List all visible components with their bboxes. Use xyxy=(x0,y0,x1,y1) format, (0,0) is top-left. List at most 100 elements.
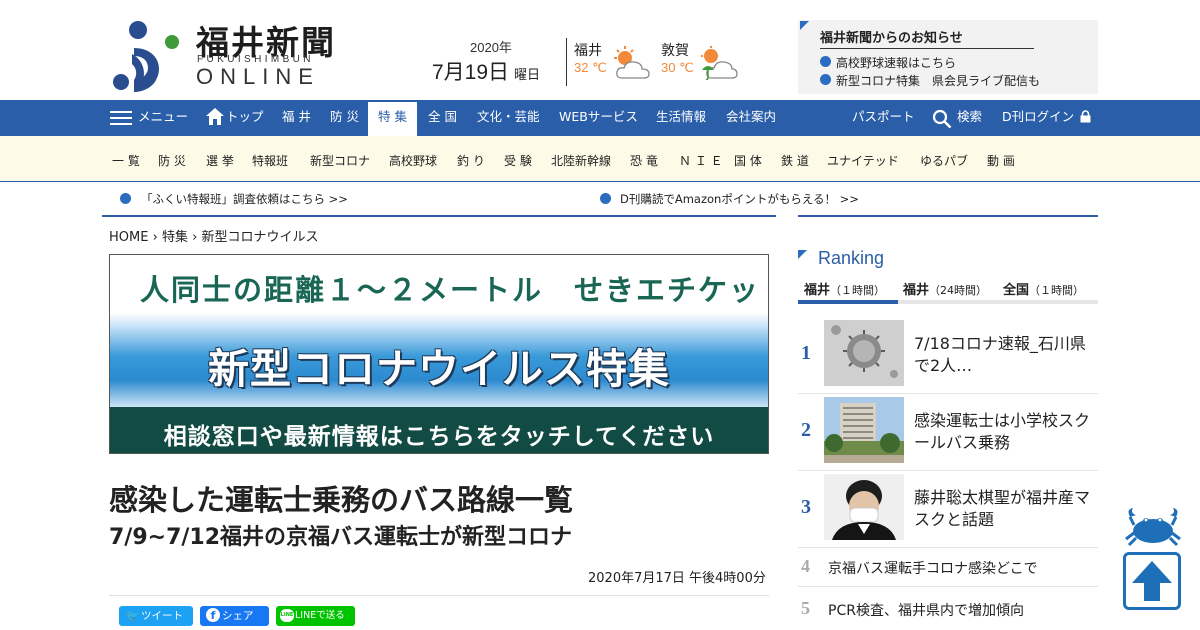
nav-menu[interactable]: メニュー xyxy=(138,100,188,136)
rank-thumbnail[interactable] xyxy=(824,320,904,386)
subnav-item[interactable]: 防 災 xyxy=(158,152,186,169)
nav-item-bousai[interactable]: 防 災 xyxy=(330,100,359,136)
rank-title[interactable]: 7/18コロナ速報_石川県で2人… xyxy=(914,333,1098,377)
weather-divider xyxy=(566,38,567,86)
nav-item-kaisha[interactable]: 会社案内 xyxy=(726,100,776,136)
sun-cloud-umbrella-icon xyxy=(701,46,738,81)
ranking-corner-mark xyxy=(798,250,807,259)
subnav-item[interactable]: 選 挙 xyxy=(206,152,234,169)
nav-item-bunka[interactable]: 文化・芸能 xyxy=(477,100,540,136)
rank-separator xyxy=(798,586,1098,587)
main-rule xyxy=(102,215,776,217)
article-divider xyxy=(109,595,769,596)
subnav-item[interactable]: 高校野球 xyxy=(389,152,437,169)
ticker-bullet-icon xyxy=(600,193,611,204)
subnav-item[interactable]: ユナイテッド xyxy=(827,152,899,169)
ranking-tab-fukui-1h[interactable]: 福井（１時間） xyxy=(804,279,885,298)
notice-corner-mark xyxy=(800,21,809,30)
subnav-item[interactable]: Ｎ Ｉ Ｅ xyxy=(679,152,723,169)
line-icon: LINE xyxy=(280,609,294,622)
arrow-up-icon xyxy=(1132,561,1172,601)
ticker-bullet-icon xyxy=(120,193,131,204)
rank-separator xyxy=(798,547,1098,548)
weather-temp-fukui: 32 ℃ xyxy=(574,60,607,75)
rank-separator xyxy=(798,393,1098,394)
home-icon[interactable] xyxy=(206,108,224,125)
rank-number: 5 xyxy=(801,598,810,618)
weather-city-tsuruga: 敦賀 xyxy=(661,43,689,59)
subnav-item[interactable]: 鉄 道 xyxy=(781,152,809,169)
nav-item-seikatsu[interactable]: 生活情報 xyxy=(656,100,706,136)
notice-title: 福井新聞からのお知らせ xyxy=(820,27,1034,49)
subnav-item[interactable]: ゆるパブ xyxy=(920,152,968,169)
breadcrumb-tokushu[interactable]: 特集 xyxy=(162,230,188,245)
ranking-tab-indicator xyxy=(798,300,898,304)
subnav-item[interactable]: 新型コロナ xyxy=(310,152,370,169)
rank-thumbnail[interactable] xyxy=(824,474,904,540)
sun-cloud-icon xyxy=(614,46,650,79)
notice-bullet-icon xyxy=(820,56,831,67)
lock-icon xyxy=(1080,110,1091,123)
breadcrumb: HOME › 特集 › 新型コロナウイルス xyxy=(109,226,318,245)
weather-temp-tsuruga: 30 ℃ xyxy=(661,60,694,75)
subnav-item[interactable]: 恐 竜 xyxy=(630,152,658,169)
facebook-share-button[interactable]: f シェア xyxy=(200,606,269,626)
date-year: 2020年 xyxy=(470,40,512,55)
subnav-item[interactable]: 受 験 xyxy=(504,152,532,169)
article-subtitle: 7/9~7/12福井の京福バス運転士が新型コロナ xyxy=(109,525,573,550)
nav-passport[interactable]: パスポート xyxy=(852,100,915,136)
ranking-tab-fukui-24h[interactable]: 福井（24時間） xyxy=(903,279,987,298)
rank-title[interactable]: PCR検査、福井県内で増加傾向 xyxy=(828,600,1024,620)
nav-dlogin[interactable]: D刊ログイン xyxy=(1002,100,1074,136)
subnav-item[interactable]: 北陸新幹線 xyxy=(551,152,611,169)
rank-separator xyxy=(798,470,1098,471)
tweet-button[interactable]: 🐦 ツイート xyxy=(119,606,193,626)
tweet-label: ツイート xyxy=(141,610,183,622)
rank-number: 4 xyxy=(801,556,810,576)
nav-search[interactable]: 検索 xyxy=(957,100,982,136)
breadcrumb-current[interactable]: 新型コロナウイルス xyxy=(201,230,318,245)
ranking-heading: Ranking xyxy=(818,248,885,268)
facebook-icon: f xyxy=(206,608,220,622)
logo-online: ONLINE xyxy=(196,64,320,89)
article-date: 2020年7月17日 午後4時00分 xyxy=(588,571,766,586)
nav-top[interactable]: トップ xyxy=(226,100,264,136)
crab-mascot-icon xyxy=(1125,508,1181,547)
date-day: 曜日 xyxy=(514,68,541,83)
subnav-item[interactable]: 国 体 xyxy=(734,152,762,169)
weather-city-fukui: 福井 xyxy=(574,43,602,59)
nav-item-tokushu[interactable]: 特 集 xyxy=(368,102,417,136)
side-rule xyxy=(798,215,1098,217)
rank-number: 1 xyxy=(801,342,811,364)
nav-item-zenkoku[interactable]: 全 国 xyxy=(428,100,457,136)
article-title: 感染した運転士乗務のバス路線一覧 xyxy=(109,483,574,517)
back-to-top-button[interactable] xyxy=(1123,552,1181,610)
subnav-item[interactable]: 一 覧 xyxy=(112,152,140,169)
logo-mark[interactable] xyxy=(112,20,182,92)
rank-title[interactable]: 感染運転士は小学校スクールバス乗務 xyxy=(914,410,1098,454)
nav-item-fukui[interactable]: 福 井 xyxy=(282,100,311,136)
hamburger-icon[interactable] xyxy=(110,111,132,125)
subnav-item[interactable]: 釣 り xyxy=(457,152,485,169)
subnav-item[interactable]: 特報班 xyxy=(252,152,288,169)
rank-title[interactable]: 藤井聡太棋聖が福井産マスクと話題 xyxy=(914,487,1098,531)
ticker-link[interactable]: D刊購読でAmazonポイントがもらえる！ >> xyxy=(620,191,859,207)
corona-banner[interactable]: 人同士の距離１～２メートル せきエチケット 新型コロナウイルス特集 相談窓口や最… xyxy=(109,254,769,454)
ranking-tab-zenkoku-1h[interactable]: 全国（１時間） xyxy=(1003,279,1084,298)
rank-number: 2 xyxy=(801,419,811,441)
search-icon[interactable] xyxy=(932,109,952,129)
line-share-button[interactable]: LINE LINEで送る xyxy=(276,606,355,626)
chevron-right-icon: › xyxy=(152,230,162,245)
notice-bullet-icon xyxy=(820,74,831,85)
ticker-link[interactable]: 「ふくい特報班」調査依頼はこちら >> xyxy=(141,191,348,207)
notice-item[interactable]: 新型コロナ特集 県会見ライブ配信も xyxy=(836,72,1040,89)
notice-item[interactable]: 高校野球速報はこちら xyxy=(836,54,956,71)
banner-bottom-text: 相談窓口や最新情報はこちらをタッチしてください xyxy=(163,424,715,450)
breadcrumb-home[interactable]: HOME xyxy=(109,230,148,245)
rank-title[interactable]: 京福バス運転手コロナ感染どこで xyxy=(828,558,1038,578)
subnav-item[interactable]: 動 画 xyxy=(987,152,1015,169)
rank-number: 3 xyxy=(801,496,811,518)
rank-thumbnail[interactable] xyxy=(824,397,904,463)
nav-item-web[interactable]: WEBサービス xyxy=(559,100,638,136)
twitter-icon: 🐦 xyxy=(126,610,140,622)
